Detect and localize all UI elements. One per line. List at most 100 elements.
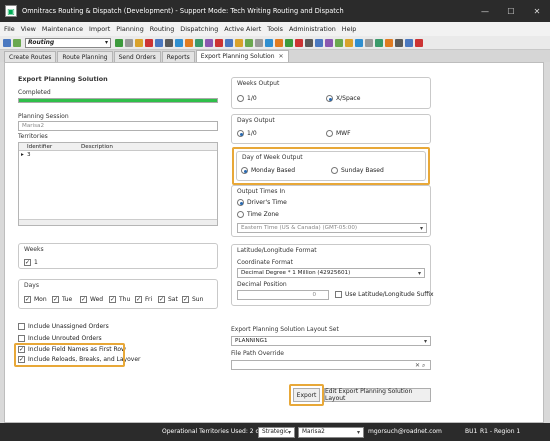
close-icon[interactable] [415, 38, 423, 47]
add-icon[interactable] [335, 38, 343, 47]
refresh-icon[interactable] [115, 38, 123, 47]
settings-icon[interactable] [305, 38, 313, 47]
sunday-based-option[interactable]: Sunday Based [331, 167, 384, 174]
minimize-button[interactable]: — [472, 7, 498, 16]
send-icon[interactable] [265, 38, 273, 47]
routing-icon[interactable] [13, 38, 21, 47]
drivers-time-radio[interactable] [237, 199, 244, 206]
territories-grid[interactable]: Identifier Description ▸ 3 [18, 142, 218, 226]
sunday-based-radio[interactable] [331, 167, 338, 174]
day-thu-option[interactable]: ✓ Thu [109, 296, 130, 303]
menu-view[interactable]: View [21, 25, 36, 33]
drivers-time-option[interactable]: Driver's Time [237, 199, 287, 206]
coordinate-format-select[interactable]: Decimal Degree * 1 Million (42925601) [237, 268, 425, 278]
menu-maintenance[interactable]: Maintenance [42, 25, 83, 33]
tab-reports[interactable]: Reports [161, 51, 195, 62]
time-zone-radio[interactable] [237, 211, 244, 218]
day-mon-option[interactable]: ✓ Mon [24, 296, 47, 303]
delete-icon[interactable] [295, 38, 303, 47]
include-unrouted-checkbox[interactable] [18, 335, 25, 342]
menu-dispatching[interactable]: Dispatching [180, 25, 218, 33]
clear-icon[interactable]: ✕ [415, 362, 420, 369]
day-mon-checkbox[interactable]: ✓ [24, 296, 31, 303]
tab-export-planning-solution[interactable]: Export Planning Solution ✕ [195, 50, 289, 62]
day-sun-checkbox[interactable]: ✓ [182, 296, 189, 303]
export-icon[interactable] [285, 38, 293, 47]
weeks-output-radio-1-0[interactable] [237, 95, 244, 102]
menu-active-alert[interactable]: Active Alert [224, 25, 261, 33]
home-icon[interactable] [3, 38, 11, 47]
grid-horizontal-scrollbar[interactable] [19, 219, 217, 225]
menu-administration[interactable]: Administration [289, 25, 336, 33]
tab-create-routes[interactable]: Create Routes [4, 51, 57, 62]
menu-tools[interactable]: Tools [267, 25, 283, 33]
include-unrouted-option[interactable]: Include Unrouted Orders [18, 335, 102, 342]
session-status-select[interactable]: Marisa2 [298, 426, 364, 438]
warning-icon[interactable] [385, 38, 393, 47]
window-icon[interactable] [405, 38, 413, 47]
menu-planning[interactable]: Planning [116, 25, 144, 33]
day-tue-checkbox[interactable]: ✓ [52, 296, 59, 303]
time-zone-select[interactable]: Eastern Time (US & Canada) (GMT-05:00) [237, 223, 427, 233]
report-icon[interactable] [275, 38, 283, 47]
decimal-position-stepper[interactable]: 0 [237, 290, 329, 300]
day-fri-checkbox[interactable]: ✓ [135, 296, 142, 303]
day-sat-checkbox[interactable]: ✓ [158, 296, 165, 303]
menu-file[interactable]: File [4, 25, 15, 33]
tab-route-planning[interactable]: Route Planning [57, 51, 113, 62]
file-path-input[interactable] [231, 360, 431, 370]
include-reloads-option[interactable]: ✓ Include Reloads, Breaks, and Layover [18, 356, 140, 363]
lock-icon[interactable] [345, 38, 353, 47]
route-icon[interactable] [225, 38, 233, 47]
folder-icon[interactable] [135, 38, 143, 47]
include-field-names-checkbox[interactable]: ✓ [18, 346, 25, 353]
maximize-button[interactable]: ☐ [498, 7, 524, 16]
star-icon[interactable] [235, 38, 243, 47]
user-icon[interactable] [205, 38, 213, 47]
menu-routing[interactable]: Routing [150, 25, 175, 33]
monday-based-option[interactable]: Monday Based [241, 167, 295, 174]
day-tue-option[interactable]: ✓ Tue [52, 296, 72, 303]
use-suffix-checkbox[interactable] [335, 291, 342, 298]
calendar-icon[interactable] [195, 38, 203, 47]
day-fri-option[interactable]: ✓ Fri [135, 296, 152, 303]
map-icon[interactable] [175, 38, 183, 47]
dropdown-icon[interactable] [125, 38, 133, 47]
days-output-option-mwf[interactable]: MWF [326, 130, 351, 137]
days-output-radio-1-0[interactable] [237, 130, 244, 137]
day-sat-option[interactable]: ✓ Sat [158, 296, 178, 303]
col-description[interactable]: Description [81, 144, 113, 150]
week-1-checkbox[interactable]: ✓ [24, 259, 31, 266]
use-suffix-option[interactable]: Use Latitude/Longitude Suffix [335, 291, 434, 298]
edit-layout-button[interactable]: Edit Export Planning Solution Layout [324, 388, 431, 402]
stop-icon[interactable] [215, 38, 223, 47]
close-window-button[interactable]: ✕ [524, 7, 550, 16]
truck-icon[interactable] [155, 38, 163, 47]
save-icon[interactable] [375, 38, 383, 47]
include-reloads-checkbox[interactable]: ✓ [18, 356, 25, 363]
menu-help[interactable]: Help [342, 25, 357, 33]
export-button[interactable]: Export [293, 388, 320, 402]
day-sun-option[interactable]: ✓ Sun [182, 296, 203, 303]
planning-session-field[interactable]: Marisa2 [18, 121, 218, 131]
table-row[interactable]: ▸ 3 [19, 151, 217, 159]
monday-based-radio[interactable] [241, 167, 248, 174]
grid-icon[interactable] [165, 38, 173, 47]
include-field-names-option[interactable]: ✓ Include Field Names as First Row [18, 346, 126, 353]
day-wed-option[interactable]: ✓ Wed [80, 296, 103, 303]
mode-select[interactable]: Routing [25, 37, 111, 48]
day-wed-checkbox[interactable]: ✓ [80, 296, 87, 303]
print-icon[interactable] [355, 38, 363, 47]
close-tab-icon[interactable]: ✕ [279, 53, 284, 60]
weeks-output-radio-x-space[interactable] [326, 95, 333, 102]
include-unassigned-checkbox[interactable] [18, 323, 25, 330]
copy-icon[interactable] [365, 38, 373, 47]
week-1-option[interactable]: ✓ 1 [24, 259, 38, 266]
filter-icon[interactable] [315, 38, 323, 47]
weeks-output-option-1-0[interactable]: 1/0 [237, 95, 257, 102]
chart-icon[interactable] [185, 38, 193, 47]
layout-set-select[interactable]: PLANNING1 [231, 336, 431, 346]
menu-import[interactable]: Import [89, 25, 110, 33]
days-output-radio-mwf[interactable] [326, 130, 333, 137]
time-zone-option[interactable]: Time Zone [237, 211, 279, 218]
